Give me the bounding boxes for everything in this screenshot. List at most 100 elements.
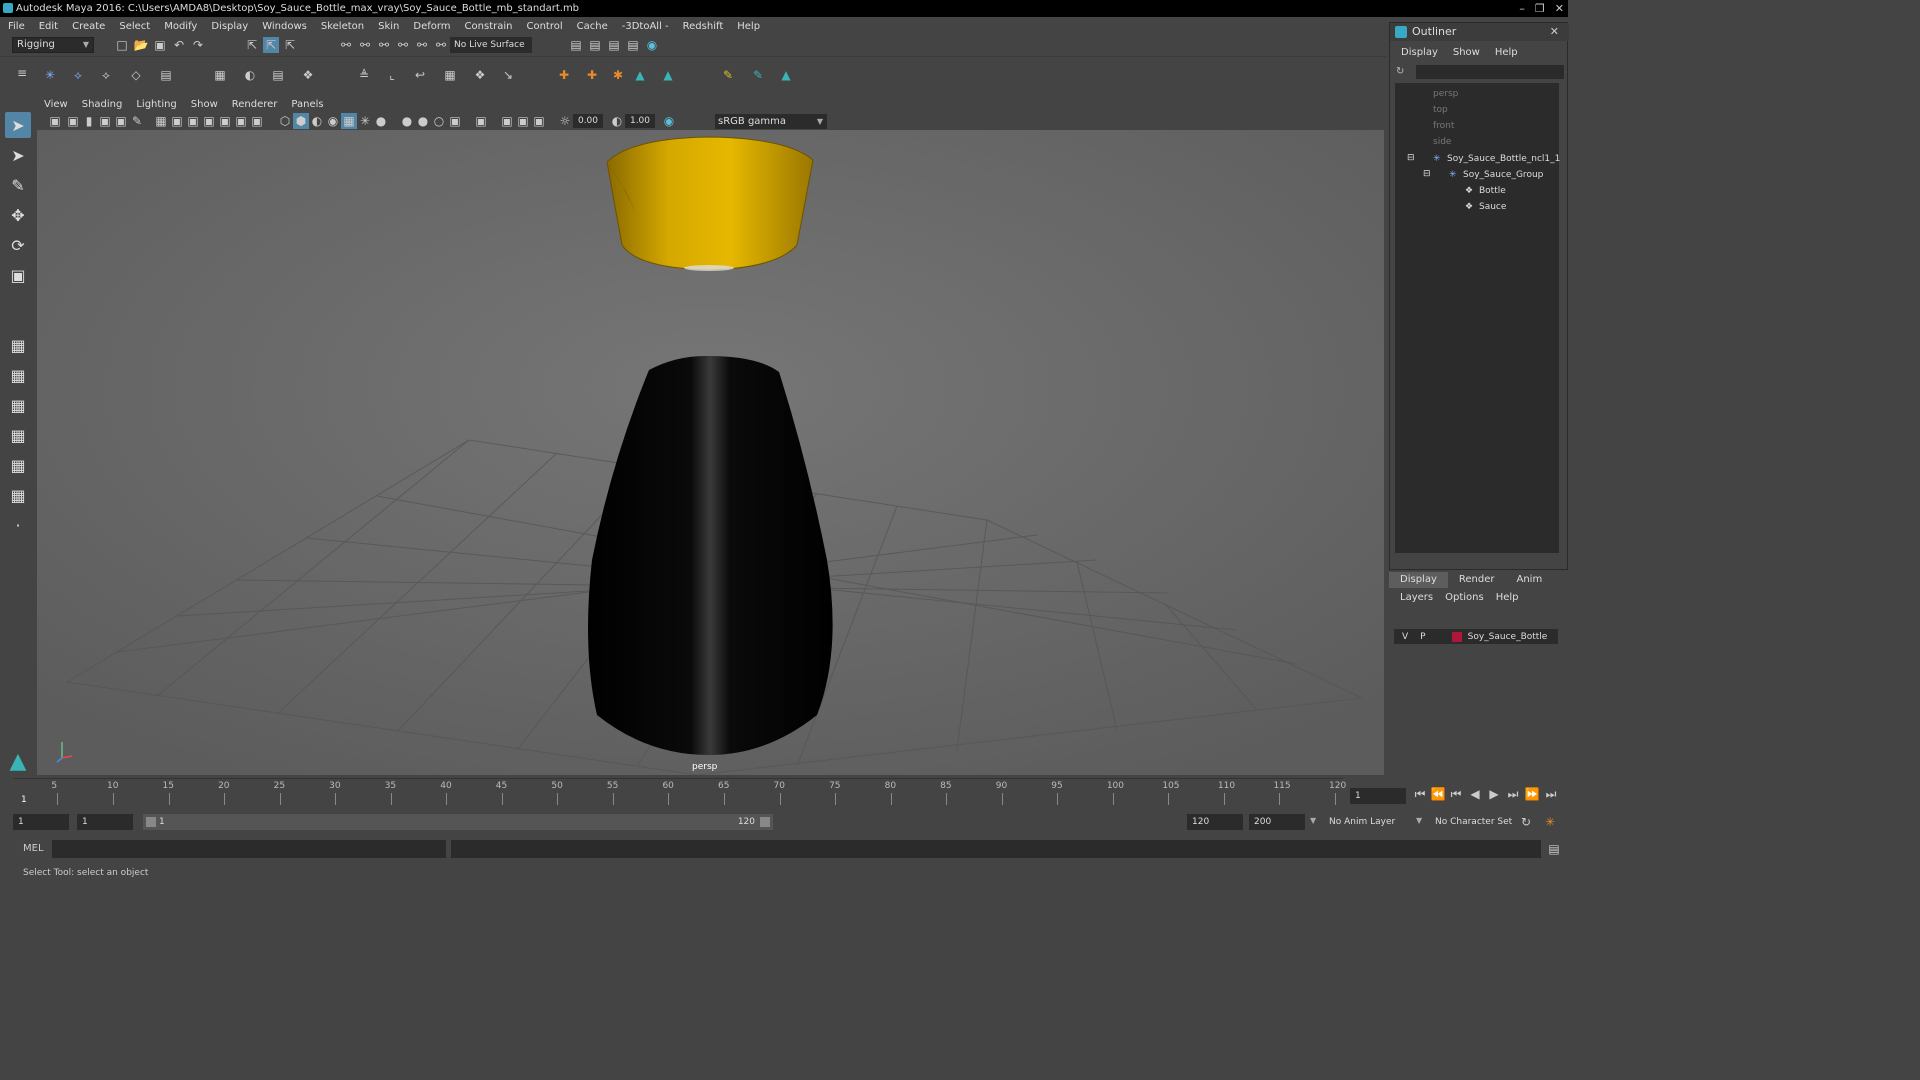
menu-skeleton[interactable]: Skeleton — [321, 21, 371, 32]
menu-modify[interactable]: Modify — [164, 21, 204, 32]
lattice-icon[interactable]: ▤ — [270, 67, 286, 83]
menu-3dtoall[interactable]: -3DtoAll - — [622, 21, 676, 32]
time-slider[interactable]: 1 5 10 15 20 25 30 35 40 45 50 55 60 65 70 75 80 85 90 95 1… — [0, 778, 1568, 808]
menu-constrain[interactable]: Constrain — [465, 21, 520, 32]
live-surface-field[interactable]: No Live Surface — [450, 37, 532, 53]
menu-file[interactable]: File — [8, 21, 32, 32]
character-icon[interactable]: ▲ — [660, 67, 676, 83]
film-gate-icon[interactable]: ▣ — [169, 113, 185, 129]
snap-surface-icon[interactable]: ⚯ — [414, 37, 430, 53]
scale-tool-icon[interactable]: ▣ — [5, 262, 31, 288]
panel-menu-show[interactable]: Show — [191, 98, 218, 112]
wireframe-on-shaded-icon[interactable]: ◉ — [325, 113, 341, 129]
shadows-icon[interactable]: ● — [373, 113, 389, 129]
image-plane-icon[interactable]: ▣ — [97, 113, 113, 129]
render-view-icon[interactable]: ▤ — [587, 37, 603, 53]
auto-key-icon[interactable]: ↻ — [1518, 814, 1534, 830]
layer-menu-help[interactable]: Help — [1496, 592, 1519, 603]
tab-anim[interactable]: Anim — [1505, 572, 1553, 588]
hypershade-persp-icon[interactable]: ▦ — [5, 482, 31, 508]
render-frame-icon[interactable]: ▤ — [568, 37, 584, 53]
anim-end-field[interactable]: 120 — [1187, 814, 1243, 830]
quick-rig-icon[interactable]: ▲ — [632, 67, 648, 83]
step-back-key-icon[interactable]: ⏮ — [1448, 786, 1464, 802]
hypershade-icon[interactable]: ◉ — [644, 37, 660, 53]
command-input[interactable] — [52, 840, 446, 858]
layer-visibility-toggle[interactable]: V — [1402, 632, 1408, 642]
menu-windows[interactable]: Windows — [262, 21, 314, 32]
step-forward-key-icon[interactable]: ⏭ — [1505, 786, 1521, 802]
character-set-dropdown[interactable]: No Character Set — [1430, 814, 1520, 830]
close-icon[interactable]: ✕ — [1555, 0, 1564, 17]
custom-layout-icon[interactable]: · — [5, 512, 31, 538]
layer-name[interactable]: Soy_Sauce_Bottle — [1468, 632, 1548, 642]
expand-toggle-icon[interactable]: ⊟ — [1407, 153, 1415, 163]
anim-start-field[interactable]: 1 — [77, 814, 133, 830]
expand-toggle-icon[interactable]: ⊟ — [1423, 169, 1431, 179]
aim-constraint-icon[interactable]: ⌞ — [384, 67, 400, 83]
snap-view-icon[interactable]: ⚯ — [395, 37, 411, 53]
select-hierarchy-icon[interactable]: ⇱ — [244, 37, 260, 53]
maximize-icon[interactable]: ❐ — [1535, 0, 1545, 17]
pole-vector-icon[interactable]: ↘ — [500, 67, 516, 83]
resolution-gate-icon[interactable]: ▣ — [185, 113, 201, 129]
parent-constraint-icon[interactable]: ❖ — [472, 67, 488, 83]
layer-row[interactable]: V P Soy_Sauce_Bottle — [1394, 629, 1558, 644]
script-language-label[interactable]: MEL — [23, 843, 44, 854]
outliner-item-bottle[interactable]: Bottle — [1479, 186, 1506, 196]
outliner-menu-help[interactable]: Help — [1495, 47, 1518, 61]
scale-constraint-icon[interactable]: ▦ — [442, 67, 458, 83]
play-forward-icon[interactable]: ▶ — [1486, 786, 1502, 802]
range-end-handle[interactable] — [760, 817, 770, 827]
panel-menu-view[interactable]: View — [44, 98, 68, 112]
menu-skin[interactable]: Skin — [378, 21, 406, 32]
four-view-icon[interactable]: ▦ — [5, 362, 31, 388]
maya-logo-icon[interactable]: ▲ — [778, 67, 794, 83]
locator-icon[interactable]: ✚ — [556, 67, 572, 83]
menu-set-dropdown[interactable]: Rigging ▼ — [12, 37, 94, 53]
skeleton-icon[interactable]: ✱ — [610, 67, 626, 83]
shelf-menu-icon[interactable]: ≡ — [14, 65, 30, 81]
panel-menu-lighting[interactable]: Lighting — [136, 98, 176, 112]
gamma-icon[interactable]: ◐ — [609, 113, 625, 129]
isolate-select-icon[interactable]: ▣ — [473, 113, 489, 129]
point-constraint-icon[interactable]: ≜ — [356, 67, 372, 83]
motion-blur-icon[interactable]: ● — [415, 113, 431, 129]
panel-menu-panels[interactable]: Panels — [291, 98, 323, 112]
menu-redshift[interactable]: Redshift — [683, 21, 731, 32]
lasso-tool-icon[interactable]: ➤ — [5, 142, 31, 168]
exposure-icon[interactable]: ☼ — [557, 113, 573, 129]
cluster-icon[interactable]: ❖ — [300, 67, 316, 83]
color-space-dropdown[interactable]: sRGB gamma ▼ — [715, 114, 827, 129]
ipr-render-icon[interactable]: ▤ — [606, 37, 622, 53]
exposure-field[interactable]: 0.00 — [573, 114, 603, 128]
select-object-icon[interactable]: ⇱ — [263, 37, 279, 53]
range-bar[interactable]: 1 120 — [143, 814, 773, 830]
gate-mask-icon[interactable]: ▣ — [201, 113, 217, 129]
field-chart-icon[interactable]: ▣ — [217, 113, 233, 129]
new-scene-icon[interactable]: □ — [114, 37, 130, 53]
move-tool-icon[interactable]: ✥ — [5, 202, 31, 228]
outliner-item-side[interactable]: side — [1433, 137, 1451, 147]
bind-skin-icon[interactable]: ▦ — [212, 67, 228, 83]
camera-select-icon[interactable]: ▣ — [47, 113, 63, 129]
outliner-item-group[interactable]: Soy_Sauce_Group — [1463, 170, 1543, 180]
go-to-start-icon[interactable]: ⏮ — [1412, 786, 1428, 802]
go-to-end-icon[interactable]: ⏭ — [1543, 786, 1559, 802]
panel-menu-renderer[interactable]: Renderer — [232, 98, 278, 112]
ik-spline-icon[interactable]: ⟡ — [98, 67, 114, 83]
range-start-handle[interactable] — [146, 817, 156, 827]
wireframe-icon[interactable]: ⬡ — [277, 113, 293, 129]
minimize-icon[interactable]: – — [1519, 0, 1525, 17]
render-settings-icon[interactable]: ▤ — [625, 37, 641, 53]
current-frame-field[interactable]: 1 — [1350, 788, 1406, 804]
outliner-item-persp[interactable]: persp — [1433, 89, 1458, 99]
start-time-field[interactable]: 1 — [13, 814, 69, 830]
textured-icon[interactable]: ▦ — [341, 113, 357, 129]
mirror-joint-icon[interactable]: ▤ — [158, 67, 174, 83]
2d-pan-icon[interactable]: ▣ — [113, 113, 129, 129]
camera-attr-icon[interactable]: ▣ — [65, 113, 81, 129]
select-component-icon[interactable]: ⇱ — [282, 37, 298, 53]
graph-persp-icon[interactable]: ▦ — [5, 452, 31, 478]
outliner-persp-icon[interactable]: ▦ — [5, 422, 31, 448]
